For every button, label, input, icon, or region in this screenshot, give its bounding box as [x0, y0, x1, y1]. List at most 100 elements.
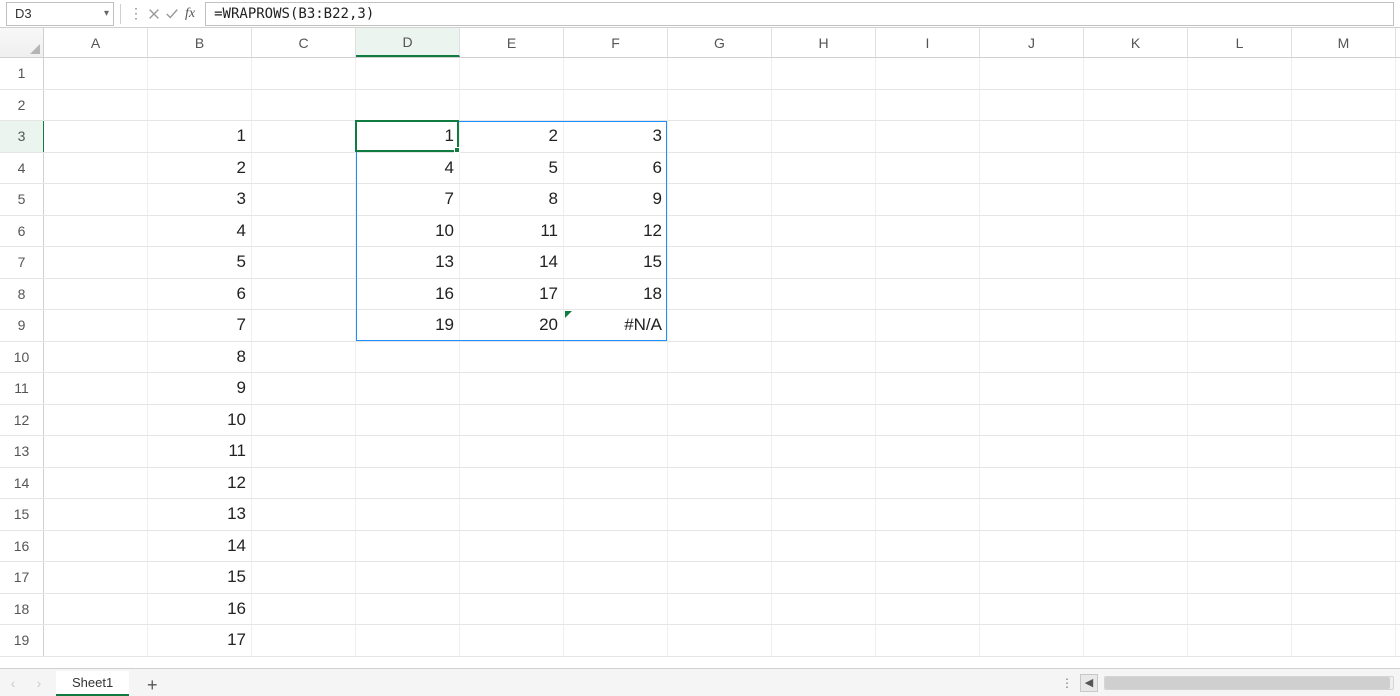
cell-A3[interactable]: [44, 121, 148, 152]
cell-J9[interactable]: [980, 310, 1084, 341]
cell-D18[interactable]: [356, 594, 460, 625]
cell-L2[interactable]: [1188, 90, 1292, 121]
cell-K12[interactable]: [1084, 405, 1188, 436]
cell-E3[interactable]: 2: [460, 121, 564, 152]
cell-G13[interactable]: [668, 436, 772, 467]
cell-G8[interactable]: [668, 279, 772, 310]
cell-I19[interactable]: [876, 625, 980, 656]
tab-nav-next[interactable]: ›: [26, 675, 52, 691]
cell-I5[interactable]: [876, 184, 980, 215]
cell-M11[interactable]: [1292, 373, 1396, 404]
cell-G10[interactable]: [668, 342, 772, 373]
row-header-6[interactable]: 6: [0, 216, 44, 247]
cell-F11[interactable]: [564, 373, 668, 404]
cell-J1[interactable]: [980, 58, 1084, 89]
cell-J3[interactable]: [980, 121, 1084, 152]
cell-B17[interactable]: 15: [148, 562, 252, 593]
cell-A15[interactable]: [44, 499, 148, 530]
cell-A2[interactable]: [44, 90, 148, 121]
cell-G4[interactable]: [668, 153, 772, 184]
cell-G17[interactable]: [668, 562, 772, 593]
cell-H2[interactable]: [772, 90, 876, 121]
cell-M13[interactable]: [1292, 436, 1396, 467]
cell-A7[interactable]: [44, 247, 148, 278]
cell-H14[interactable]: [772, 468, 876, 499]
cell-B5[interactable]: 3: [148, 184, 252, 215]
cell-K10[interactable]: [1084, 342, 1188, 373]
column-header-I[interactable]: I: [876, 28, 980, 57]
cell-I16[interactable]: [876, 531, 980, 562]
cell-A16[interactable]: [44, 531, 148, 562]
cell-K14[interactable]: [1084, 468, 1188, 499]
enter-icon[interactable]: [163, 7, 181, 21]
cell-A17[interactable]: [44, 562, 148, 593]
fx-icon[interactable]: fx: [181, 6, 199, 22]
column-header-B[interactable]: B: [148, 28, 252, 57]
row-header-18[interactable]: 18: [0, 594, 44, 625]
cell-B8[interactable]: 6: [148, 279, 252, 310]
cell-J4[interactable]: [980, 153, 1084, 184]
cell-L6[interactable]: [1188, 216, 1292, 247]
cell-E19[interactable]: [460, 625, 564, 656]
cell-M17[interactable]: [1292, 562, 1396, 593]
cell-B7[interactable]: 5: [148, 247, 252, 278]
cell-E18[interactable]: [460, 594, 564, 625]
cell-B16[interactable]: 14: [148, 531, 252, 562]
cell-A4[interactable]: [44, 153, 148, 184]
cell-G5[interactable]: [668, 184, 772, 215]
cell-K17[interactable]: [1084, 562, 1188, 593]
cell-K18[interactable]: [1084, 594, 1188, 625]
cell-D8[interactable]: 16: [356, 279, 460, 310]
cell-B11[interactable]: 9: [148, 373, 252, 404]
cell-E6[interactable]: 11: [460, 216, 564, 247]
cell-D7[interactable]: 13: [356, 247, 460, 278]
cell-G12[interactable]: [668, 405, 772, 436]
column-header-L[interactable]: L: [1188, 28, 1292, 57]
row-header-14[interactable]: 14: [0, 468, 44, 499]
cell-L10[interactable]: [1188, 342, 1292, 373]
column-header-M[interactable]: M: [1292, 28, 1396, 57]
cell-C17[interactable]: [252, 562, 356, 593]
cell-E7[interactable]: 14: [460, 247, 564, 278]
cell-B18[interactable]: 16: [148, 594, 252, 625]
cell-A9[interactable]: [44, 310, 148, 341]
cell-F12[interactable]: [564, 405, 668, 436]
cell-L19[interactable]: [1188, 625, 1292, 656]
row-header-19[interactable]: 19: [0, 625, 44, 656]
chevron-down-icon[interactable]: ▾: [104, 8, 109, 19]
cell-M7[interactable]: [1292, 247, 1396, 278]
cell-E9[interactable]: 20: [460, 310, 564, 341]
cell-C11[interactable]: [252, 373, 356, 404]
cell-K6[interactable]: [1084, 216, 1188, 247]
cell-F6[interactable]: 12: [564, 216, 668, 247]
cell-E5[interactable]: 8: [460, 184, 564, 215]
cell-D4[interactable]: 4: [356, 153, 460, 184]
cell-I12[interactable]: [876, 405, 980, 436]
cell-H15[interactable]: [772, 499, 876, 530]
cell-C3[interactable]: [252, 121, 356, 152]
cell-I14[interactable]: [876, 468, 980, 499]
cell-J18[interactable]: [980, 594, 1084, 625]
column-header-F[interactable]: F: [564, 28, 668, 57]
cell-C9[interactable]: [252, 310, 356, 341]
cell-J17[interactable]: [980, 562, 1084, 593]
cell-E10[interactable]: [460, 342, 564, 373]
cell-F2[interactable]: [564, 90, 668, 121]
cell-L7[interactable]: [1188, 247, 1292, 278]
cell-C13[interactable]: [252, 436, 356, 467]
cell-E4[interactable]: 5: [460, 153, 564, 184]
cell-K13[interactable]: [1084, 436, 1188, 467]
cell-D10[interactable]: [356, 342, 460, 373]
cell-D13[interactable]: [356, 436, 460, 467]
horizontal-scrollbar[interactable]: [1104, 676, 1394, 690]
cell-D11[interactable]: [356, 373, 460, 404]
cell-M8[interactable]: [1292, 279, 1396, 310]
cell-G2[interactable]: [668, 90, 772, 121]
cell-J19[interactable]: [980, 625, 1084, 656]
cell-J2[interactable]: [980, 90, 1084, 121]
cell-H1[interactable]: [772, 58, 876, 89]
cell-L8[interactable]: [1188, 279, 1292, 310]
cell-G11[interactable]: [668, 373, 772, 404]
cell-H18[interactable]: [772, 594, 876, 625]
cell-M5[interactable]: [1292, 184, 1396, 215]
